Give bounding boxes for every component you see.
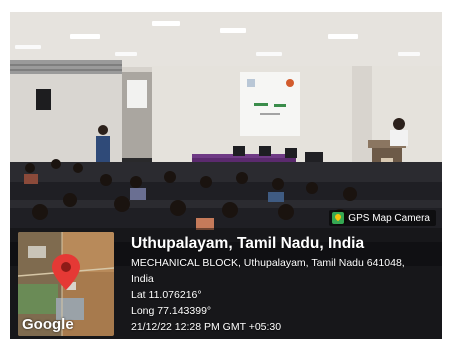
mini-map: Google [18, 232, 114, 336]
stage-chair [285, 148, 297, 158]
ceiling-light [328, 34, 358, 39]
ceiling-light [115, 52, 137, 56]
app-badge: GPS Map Camera [329, 210, 436, 226]
ceiling-light [256, 52, 282, 56]
app-label: GPS Map Camera [348, 212, 430, 224]
ceiling-light [398, 52, 420, 56]
ceiling-light [152, 21, 180, 26]
photo: GPS Map Camera Google Uthupalayam, Tamil… [10, 12, 442, 339]
address-line-2: India [131, 273, 154, 285]
ceiling-light [70, 34, 100, 39]
ceiling-light [15, 45, 41, 49]
stage-chair [259, 146, 271, 156]
latitude: Lat 11.076216° [131, 289, 202, 301]
ceiling-light [220, 28, 246, 33]
wall-vent [10, 60, 122, 74]
wall-speaker [36, 89, 51, 110]
standing-person [96, 136, 110, 166]
speaker-person [390, 130, 408, 146]
location-title: Uthupalayam, Tamil Nadu, India [131, 235, 365, 252]
longitude: Long 77.143399° [131, 305, 212, 317]
address-line-1: MECHANICAL BLOCK, Uthupalayam, Tamil Nad… [131, 257, 405, 269]
datetime: 21/12/22 12:28 PM GMT +05:30 [131, 321, 282, 333]
location-info: Uthupalayam, Tamil Nadu, India MECHANICA… [131, 234, 437, 335]
stage-chair [233, 146, 245, 156]
google-logo-text: Google [22, 316, 74, 333]
gps-map-camera-icon [332, 212, 345, 224]
